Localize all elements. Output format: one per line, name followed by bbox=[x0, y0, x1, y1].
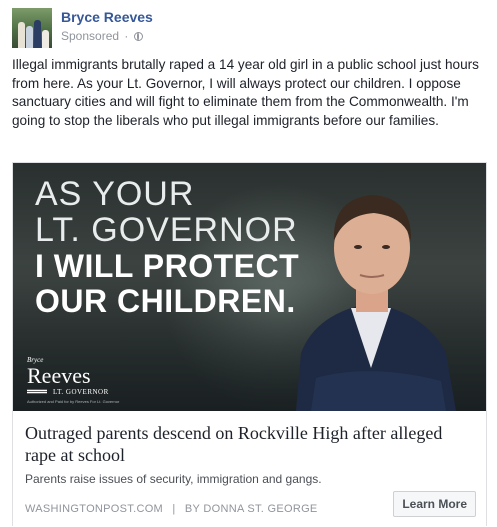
flag-icon bbox=[27, 389, 47, 394]
link-headline[interactable]: Outraged parents descend on Rockville Hi… bbox=[25, 422, 465, 466]
post-meta: Sponsored · bbox=[61, 29, 143, 43]
globe-icon bbox=[133, 31, 143, 41]
avatar[interactable] bbox=[12, 8, 52, 48]
ad-image[interactable]: AS YOUR LT. GOVERNOR I WILL PROTECT OUR … bbox=[13, 163, 486, 411]
hero-line-4: OUR CHILDREN. bbox=[35, 283, 296, 319]
learn-more-button[interactable]: Learn More bbox=[393, 491, 476, 517]
link-source: WASHINGTONPOST.COM | BY DONNA ST. GEORGE bbox=[25, 503, 318, 515]
disclaimer-text: Authorized and Paid for by Reeves For Lt… bbox=[27, 399, 120, 404]
hero-line-1: AS YOUR bbox=[35, 175, 195, 213]
link-caption: Outraged parents descend on Rockville Hi… bbox=[13, 411, 486, 527]
meta-dot: · bbox=[124, 29, 129, 43]
link-description: Parents raise issues of security, immigr… bbox=[25, 472, 322, 486]
post-text: Illegal immigrants brutally raped a 14 y… bbox=[12, 57, 479, 128]
post-header: Bryce Reeves Sponsored · bbox=[12, 8, 482, 48]
source-domain: WASHINGTONPOST.COM bbox=[25, 503, 164, 515]
logo-role: LT. GOVERNOR bbox=[53, 388, 109, 396]
logo-last-name: Reeves bbox=[27, 363, 91, 388]
source-separator: | bbox=[172, 503, 176, 515]
author-name[interactable]: Bryce Reeves bbox=[61, 9, 153, 25]
sponsored-label[interactable]: Sponsored bbox=[61, 29, 119, 43]
link-preview-card[interactable]: AS YOUR LT. GOVERNOR I WILL PROTECT OUR … bbox=[12, 162, 487, 527]
hero-line-2: LT. GOVERNOR bbox=[35, 211, 298, 249]
hero-line-3: I WILL PROTECT bbox=[35, 248, 300, 284]
sponsored-post: Bryce Reeves Sponsored · Illegal immigra… bbox=[0, 0, 497, 527]
source-byline: BY DONNA ST. GEORGE bbox=[184, 503, 318, 515]
